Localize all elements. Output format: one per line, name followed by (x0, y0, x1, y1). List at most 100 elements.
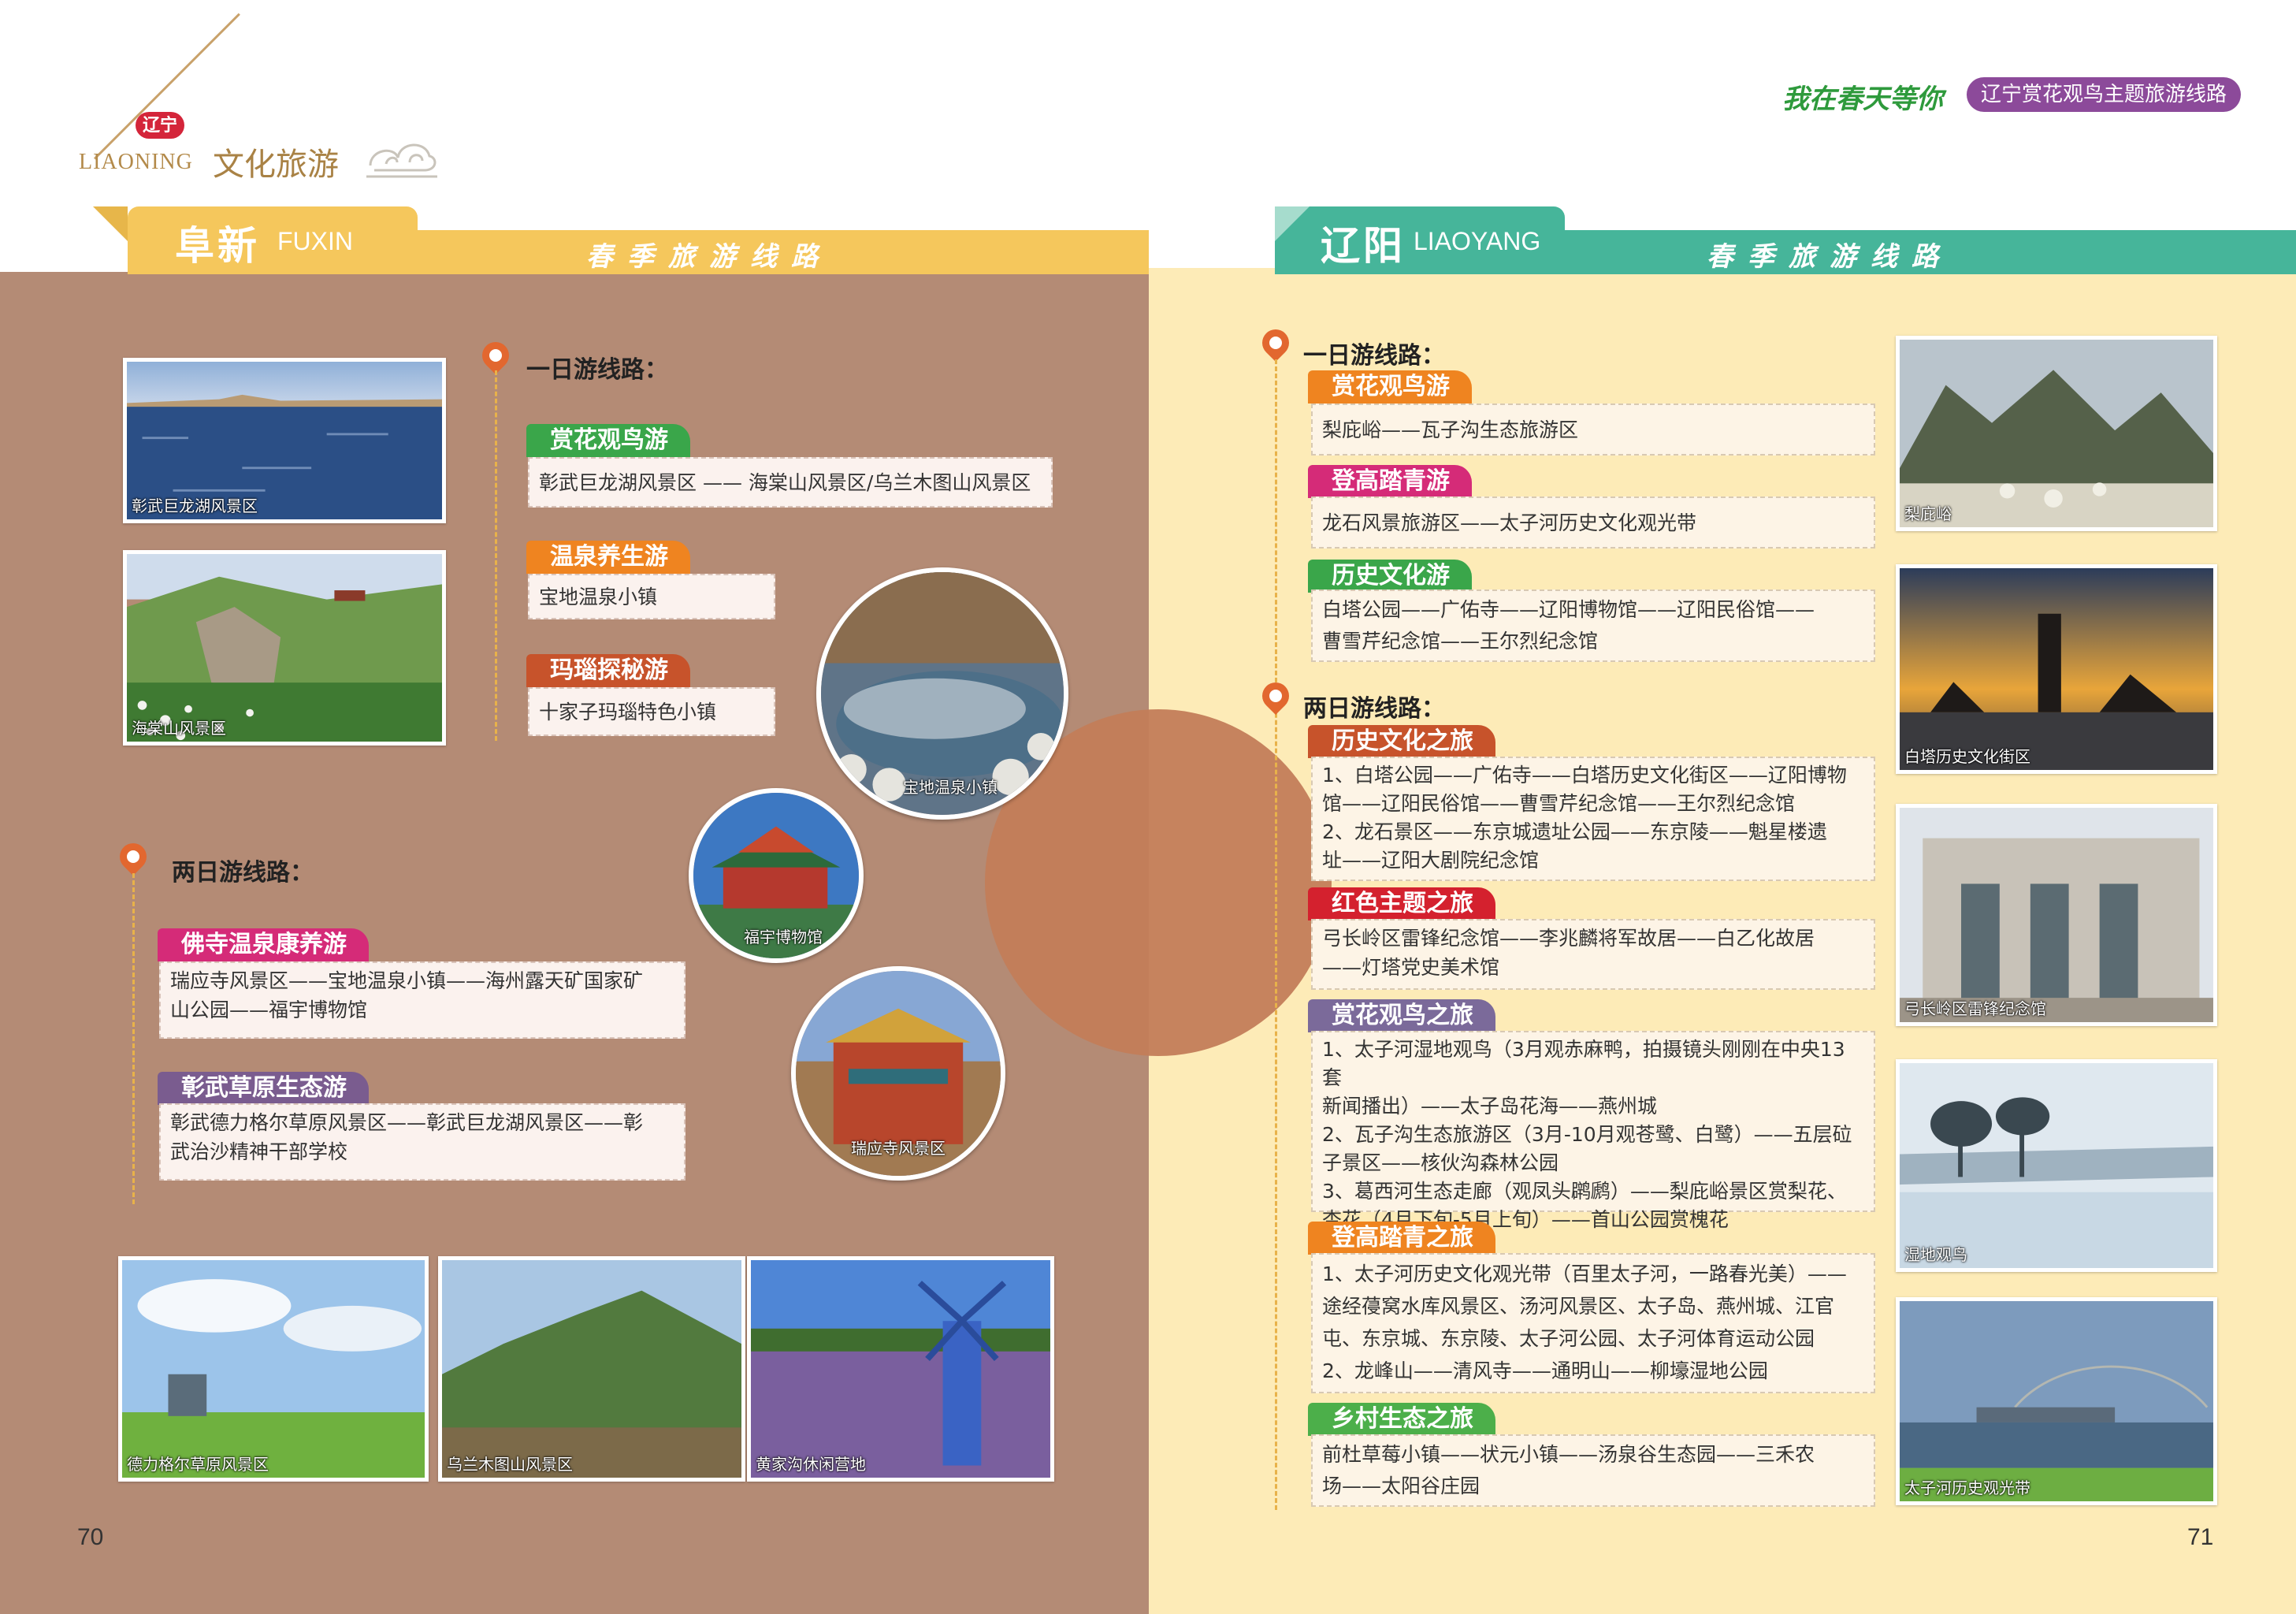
photo-mountain: 海棠山风景区 (123, 550, 446, 746)
route-box: 弓长岭区雷锋纪念馆——李兆麟将军故居——白乙化故居 ——灯塔党史美术馆 (1311, 919, 1875, 990)
route-text-line: 前杜草莓小镇——状元小镇——汤泉谷生态园——三禾农 (1322, 1443, 1815, 1466)
route-box: 宝地温泉小镇 (528, 574, 775, 619)
route-text-line: 曹雪芹纪念馆——王尔烈纪念馆 (1322, 630, 1599, 653)
route-box: 梨庇峪——瓦子沟生态旅游区 (1311, 404, 1875, 456)
route-text-line: 1、太子河湿地观鸟（3月观赤麻鸭，拍摄镜头刚刚在中央13套 (1322, 1038, 1845, 1089)
photo-caption: 弓长岭区雷锋纪念馆 (1904, 999, 2046, 1018)
circle-photo-museum: 福宇博物馆 (689, 788, 864, 963)
route-box: 白塔公园——广佑寺——辽阳博物馆——辽阳民俗馆—— 曹雪芹纪念馆——王尔烈纪念馆 (1311, 589, 1875, 662)
route-text-line: 3、葛西河生态走廊（观凤头䴙䴘）——梨庇峪景区赏梨花、 (1322, 1180, 1847, 1203)
brand-seal: 辽宁 (136, 112, 184, 139)
route-timeline (132, 873, 135, 1204)
fuxin-season-title: 春季旅游线路 (586, 241, 832, 273)
photo-caption: 海棠山风景区 (132, 719, 226, 738)
photo-caption: 乌兰木图山风景区 (447, 1455, 573, 1474)
route-box: 前杜草莓小镇——状元小镇——汤泉谷生态园——三禾农 场——太阳谷庄园 (1311, 1434, 1875, 1507)
photo-windmill: 黄家沟休闲营地 (747, 1256, 1054, 1482)
route-text-line: 2、龙峰山——清风寺——通明山——柳壕湿地公园 (1322, 1359, 1768, 1382)
route-text-line: 址——辽阳大剧院纪念馆 (1322, 849, 1540, 872)
route-text-line: 瑞应寺风景区——宝地温泉小镇——海州露天矿国家矿 (170, 969, 644, 992)
route-label: 彰武草原生态游 (158, 1072, 369, 1105)
photo-grassland: 德力格尔草原风景区 (118, 1256, 429, 1482)
photo-wetland: 湿地观鸟 (1896, 1059, 2217, 1272)
route-text-line: 子景区——核伙沟森林公园 (1322, 1151, 1559, 1174)
route-text: 宝地温泉小镇 (539, 586, 658, 608)
circle-photo-temple: 瑞应寺风景区 (791, 966, 1005, 1181)
route-text-line: 场——太阳谷庄园 (1322, 1475, 1481, 1497)
photo-mountain-scenery: 乌兰木图山风景区 (438, 1256, 745, 1482)
photo-caption: 白塔历史文化街区 (1904, 747, 2030, 766)
photo-caption: 彰武巨龙湖风景区 (132, 496, 258, 515)
route-label: 赏花观鸟之旅 (1308, 999, 1495, 1032)
route-label: 佛寺温泉康养游 (158, 928, 369, 961)
route-text-line: 彰武德力格尔草原风景区——彰武巨龙湖风景区——彰 (170, 1111, 644, 1134)
route-text: 彰武巨龙湖风景区 —— 海棠山风景区/乌兰木图山风景区 (539, 471, 1031, 494)
route-text-line: 途经葠窝水库风景区、汤河风景区、太子岛、燕州城、江官 (1322, 1295, 1835, 1318)
photo-caption: 德力格尔草原风景区 (127, 1455, 269, 1474)
route-text-line: 弓长岭区雷锋纪念馆——李兆麟将军故居——白乙化故居 (1322, 927, 1815, 950)
liaoyang-city-english: LIAOYANG (1414, 227, 1541, 255)
route-box: 彰武巨龙湖风景区 —— 海棠山风景区/乌兰木图山风景区 (528, 457, 1053, 508)
brand-english: LIAONING (79, 150, 193, 174)
route-box: 瑞应寺风景区——宝地温泉小镇——海州露天矿国家矿 山公园——福宇博物馆 (159, 961, 685, 1039)
route-text-line: 白塔公园——广佑寺——辽阳博物馆——辽阳民俗馆—— (1322, 598, 1815, 621)
route-text-line: 山公园——福宇博物馆 (170, 999, 368, 1021)
photo-caption: 福宇博物馆 (744, 928, 823, 946)
route-label: 玛瑙探秘游 (526, 654, 690, 687)
fuxin-city-english: FUXIN (277, 227, 353, 255)
theme-badge: 辽宁赏花观鸟主题旅游线路 (1967, 77, 2242, 112)
route-text: 十家子玛瑙特色小镇 (539, 701, 717, 723)
slogan: 我在春天等你 (1782, 84, 1943, 115)
liaoyang-fold-corner (1275, 206, 1310, 241)
route-text-line: 1、白塔公园——广佑寺——白塔历史文化街区——辽阳博物 (1322, 764, 1847, 787)
photo-caption: 黄家沟休闲营地 (756, 1455, 866, 1474)
photo-river-belt: 太子河历史观光带 (1896, 1297, 2217, 1505)
route-box: 1、太子河历史文化观光带（百里太子河，一路春光美）—— 途经葠窝水库风景区、汤河… (1311, 1253, 1875, 1393)
route-box: 彰武德力格尔草原风景区——彰武巨龙湖风景区——彰 武治沙精神干部学校 (159, 1103, 685, 1181)
route-timeline (1275, 359, 1277, 1510)
route-text-line: 新闻播出）——太子岛花海——燕州城 (1322, 1095, 1658, 1118)
route-text-line: 1、太子河历史文化观光带（百里太子河，一路春光美）—— (1322, 1263, 1847, 1285)
page-number-left: 70 (77, 1524, 104, 1550)
brand-chinese: 文化旅游 (213, 147, 339, 183)
fuxin-city-name: 阜新 (175, 222, 260, 269)
liaoyang-season-title: 春季旅游线路 (1707, 241, 1952, 273)
photo-pear-valley: 梨庇峪 (1896, 336, 2217, 531)
route-box: 龙石风景旅游区——太子河历史文化观光带 (1311, 496, 1875, 549)
liaoyang-twoday-title: 两日游线路： (1303, 695, 1445, 723)
route-timeline (495, 370, 497, 741)
photo-lake: 彰武巨龙湖风景区 (123, 358, 446, 523)
fuxin-fold-corner (93, 206, 128, 241)
photo-white-pagoda: 白塔历史文化街区 (1896, 564, 2217, 774)
route-label: 赏花观鸟游 (526, 424, 690, 457)
photo-caption: 湿地观鸟 (1904, 1245, 1967, 1264)
photo-memorial-hall: 弓长岭区雷锋纪念馆 (1896, 804, 2217, 1026)
route-label: 登高踏青之旅 (1308, 1222, 1495, 1255)
photo-caption: 宝地温泉小镇 (903, 778, 998, 797)
route-label: 赏花观鸟游 (1308, 370, 1472, 404)
liaoyang-city-name: 辽阳 (1321, 222, 1406, 269)
route-text-line: 馆——辽阳民俗馆——曹雪芹纪念馆——王尔烈纪念馆 (1322, 792, 1796, 815)
route-label: 历史文化之旅 (1308, 725, 1495, 758)
liaoyang-oneday-title: 一日游线路： (1303, 342, 1445, 370)
fuxin-twoday-title: 两日游线路： (172, 859, 314, 887)
route-text-line: 梨庇峪——瓦子沟生态旅游区 (1322, 418, 1579, 441)
page-number-right: 71 (2187, 1524, 2214, 1550)
route-box: 1、太子河湿地观鸟（3月观赤麻鸭，拍摄镜头刚刚在中央13套 新闻播出）——太子岛… (1311, 1031, 1875, 1231)
route-text-line: 龙石风景旅游区——太子河历史文化观光带 (1322, 511, 1697, 534)
route-label: 乡村生态之旅 (1308, 1403, 1495, 1436)
circle-photo-hotspring: 宝地温泉小镇 (816, 567, 1068, 820)
fuxin-oneday-title: 一日游线路： (526, 356, 668, 384)
route-label: 登高踏青游 (1308, 465, 1472, 498)
route-text-line: 2、龙石景区——东京城遗址公园——东京陵——魁星楼遗 (1322, 820, 1827, 843)
route-box: 1、白塔公园——广佑寺——白塔历史文化街区——辽阳博物 馆——辽阳民俗馆——曹雪… (1311, 757, 1875, 881)
route-label: 历史文化游 (1308, 560, 1472, 593)
route-text-line: ——灯塔党史美术馆 (1322, 956, 1500, 979)
route-text-line: 2、瓦子沟生态旅游区（3月-10月观苍鹭、白鹭）——五层砬 (1322, 1123, 1852, 1146)
route-box: 十家子玛瑙特色小镇 (528, 687, 775, 736)
route-text-line: 武治沙精神干部学校 (170, 1140, 348, 1163)
photo-caption: 太子河历史观光带 (1904, 1478, 2030, 1497)
route-text-line: 屯、东京城、东京陵、太子河公园、太子河体育运动公园 (1322, 1327, 1815, 1350)
photo-caption: 瑞应寺风景区 (851, 1139, 946, 1158)
photo-caption: 梨庇峪 (1904, 504, 1952, 523)
